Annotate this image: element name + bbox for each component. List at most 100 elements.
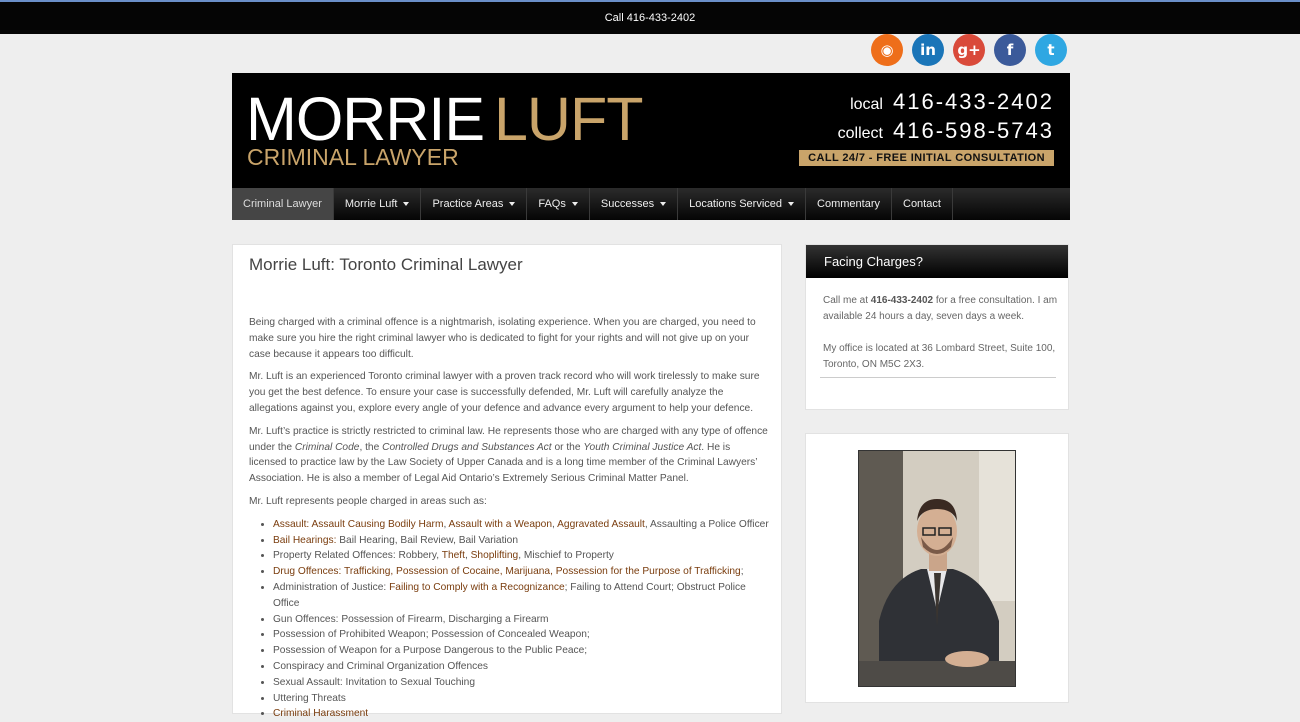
areas-intro: Mr. Luft represents people charged in ar… xyxy=(249,495,487,507)
article-body: Being charged with a criminal offence is… xyxy=(249,315,769,722)
nav-item-practice-areas[interactable]: Practice Areas xyxy=(421,188,528,220)
list-item: Criminal Harassment xyxy=(273,706,769,722)
page-title: Morrie Luft: Toronto Criminal Lawyer xyxy=(249,255,523,274)
google-plus-icon[interactable]: g+ xyxy=(953,34,985,66)
lawyer-photo-widget xyxy=(805,433,1069,703)
criminal-code-text: Criminal Code xyxy=(294,441,360,453)
local-phone: local 416-433-2402 xyxy=(850,89,1054,115)
list-item: Drug Offences: Trafficking, Possession o… xyxy=(273,564,769,580)
practice-area-link[interactable]: Aggravated Assault xyxy=(557,519,645,530)
contact-text: Call me at xyxy=(823,295,871,306)
nav-item-label: Criminal Lawyer xyxy=(243,198,322,210)
facebook-icon[interactable]: f xyxy=(994,34,1026,66)
collect-number[interactable]: 416-598-5743 xyxy=(893,118,1054,143)
collect-label: collect xyxy=(837,125,883,142)
widget-text: Call me at 416-433-2402 for a free consu… xyxy=(823,293,1059,389)
google-plus-glyph: g+ xyxy=(957,41,981,59)
list-item: Gun Offences: Possession of Firearm, Dis… xyxy=(273,612,769,628)
local-number[interactable]: 416-433-2402 xyxy=(893,89,1054,114)
practice-text: or the xyxy=(551,441,584,453)
practice-area-text: Bail Hearing, Bail Review, Bail Variatio… xyxy=(336,534,518,546)
practice-area-link[interactable]: Theft xyxy=(442,550,465,561)
nav-item-contact[interactable]: Contact xyxy=(892,188,953,220)
practice-area-text: Gun Offences: Possession of Firearm, Dis… xyxy=(273,613,549,625)
practice-area-link[interactable]: Failing to Comply with a Recognizance xyxy=(389,582,565,593)
nav-item-label: Practice Areas xyxy=(432,198,504,210)
list-item: Property Related Offences: Robbery, Thef… xyxy=(273,548,769,564)
nav-item-locations-serviced[interactable]: Locations Serviced xyxy=(678,188,807,220)
list-item: Possession of Prohibited Weapon; Possess… xyxy=(273,627,769,643)
divider xyxy=(820,377,1056,378)
practice-area-link[interactable]: Drug Offences: Trafficking, Possession o… xyxy=(273,566,741,577)
top-call-text: Call 416-433-2402 xyxy=(604,12,696,24)
nav-item-successes[interactable]: Successes xyxy=(590,188,679,220)
caret-down-icon xyxy=(403,202,410,207)
local-label: local xyxy=(850,96,883,113)
practice-area-text: Sexual Assault: Invitation to Sexual Tou… xyxy=(273,676,475,688)
practice-area-link[interactable]: Bail Hearings: xyxy=(273,535,336,546)
rss-icon[interactable]: ◉ xyxy=(871,34,903,66)
consultation-banner: CALL 24/7 - FREE INITIAL CONSULTATION xyxy=(799,150,1054,166)
site-header: MORRIE LUFT CRIMINAL LAWYER local 416-433-… xyxy=(232,73,1070,188)
twitter-icon[interactable]: t xyxy=(1035,34,1067,66)
practice-area-link[interactable]: Assault: Assault Causing Bodily Harm xyxy=(273,519,443,530)
logo-name-gold: LUFT xyxy=(494,85,643,153)
nav-item-label: Successes xyxy=(600,198,655,210)
list-item: Sexual Assault: Invitation to Sexual Tou… xyxy=(273,675,769,691)
caret-down-icon xyxy=(509,202,516,207)
list-item: Conspiracy and Criminal Organization Off… xyxy=(273,659,769,675)
practice-area-link[interactable]: Criminal Harassment xyxy=(273,708,368,719)
intro-paragraph: Being charged with a criminal offence is… xyxy=(249,317,756,360)
facebook-glyph: f xyxy=(1006,41,1014,59)
nav-item-label: Commentary xyxy=(817,198,880,210)
rss-glyph: ◉ xyxy=(880,41,894,59)
nav-item-label: Locations Serviced xyxy=(689,198,783,210)
practice-area-text: Property Related Offences: Robbery, xyxy=(273,550,442,562)
practice-area-link[interactable]: Assault with a Weapon xyxy=(449,519,552,530)
lawyer-photo xyxy=(858,450,1016,687)
practice-areas-list: Assault: Assault Causing Bodily Harm , As… xyxy=(249,517,769,722)
linkedin-glyph: in xyxy=(920,41,936,59)
main-nav: Criminal Lawyer Morrie Luft Practice Areas… xyxy=(232,188,1070,220)
nav-item-label: Morrie Luft xyxy=(344,198,398,210)
office-address: My office is located at 36 Lombard Stree… xyxy=(823,343,1056,370)
main-content: Morrie Luft: Toronto Criminal Lawyer Bei… xyxy=(232,244,782,719)
linkedin-icon[interactable]: in xyxy=(912,34,944,66)
twitter-glyph: t xyxy=(1047,41,1055,59)
practice-area-text: , Mischief to Property xyxy=(518,550,614,562)
nav-item-morrie-luft[interactable]: Morrie Luft xyxy=(334,188,422,220)
experience-paragraph: Mr. Luft is an experienced Toronto crimi… xyxy=(249,371,760,414)
ycja-text: Youth Criminal Justice Act xyxy=(583,441,702,453)
list-item: Uttering Threats xyxy=(273,691,769,707)
list-item: Possession of Weapon for a Purpose Dange… xyxy=(273,643,769,659)
caret-down-icon xyxy=(788,202,795,207)
practice-area-text: ; xyxy=(740,566,744,578)
lawyer-portrait-image xyxy=(859,451,1015,686)
practice-paragraph: Mr. Luft’s practice is strictly restrict… xyxy=(249,424,769,487)
site-logo[interactable]: MORRIE LUFT xyxy=(246,85,643,153)
contact-paragraph: Call me at 416-433-2402 for a free consu… xyxy=(823,293,1059,325)
caret-down-icon xyxy=(660,202,667,207)
nav-item-criminal-lawyer[interactable]: Criminal Lawyer xyxy=(232,188,334,220)
practice-area-link[interactable]: Shoplifting xyxy=(471,550,519,561)
practice-text: , the xyxy=(359,441,383,453)
practice-area-text: , Assaulting a Police Officer xyxy=(644,518,769,530)
caret-down-icon xyxy=(571,202,578,207)
nav-item-commentary[interactable]: Commentary xyxy=(806,188,892,220)
social-links: ◉ in g+ f t xyxy=(871,34,1067,66)
nav-item-label: Contact xyxy=(903,198,941,210)
logo-name-white: MORRIE xyxy=(246,85,485,153)
sidebar-phone[interactable]: 416-433-2402 xyxy=(871,295,933,306)
nav-item-faqs[interactable]: FAQs xyxy=(527,188,590,220)
facing-charges-widget: Facing Charges? Call me at 416-433-2402 … xyxy=(805,244,1069,410)
practice-area-text: Conspiracy and Criminal Organization Off… xyxy=(273,660,488,672)
nav-item-label: FAQs xyxy=(538,198,566,210)
practice-area-text: Uttering Threats xyxy=(273,692,346,704)
list-item: Administration of Justice: Failing to Co… xyxy=(273,580,769,612)
list-item: Bail Hearings: Bail Hearing, Bail Review… xyxy=(273,533,769,549)
practice-area-text: Possession of Weapon for a Purpose Dange… xyxy=(273,645,588,657)
list-item: Assault: Assault Causing Bodily Harm , As… xyxy=(273,517,769,533)
logo-subtitle: CRIMINAL LAWYER xyxy=(247,144,459,170)
widget-heading: Facing Charges? xyxy=(806,245,1068,278)
cdsa-text: Controlled Drugs and Substances Act xyxy=(382,441,552,453)
